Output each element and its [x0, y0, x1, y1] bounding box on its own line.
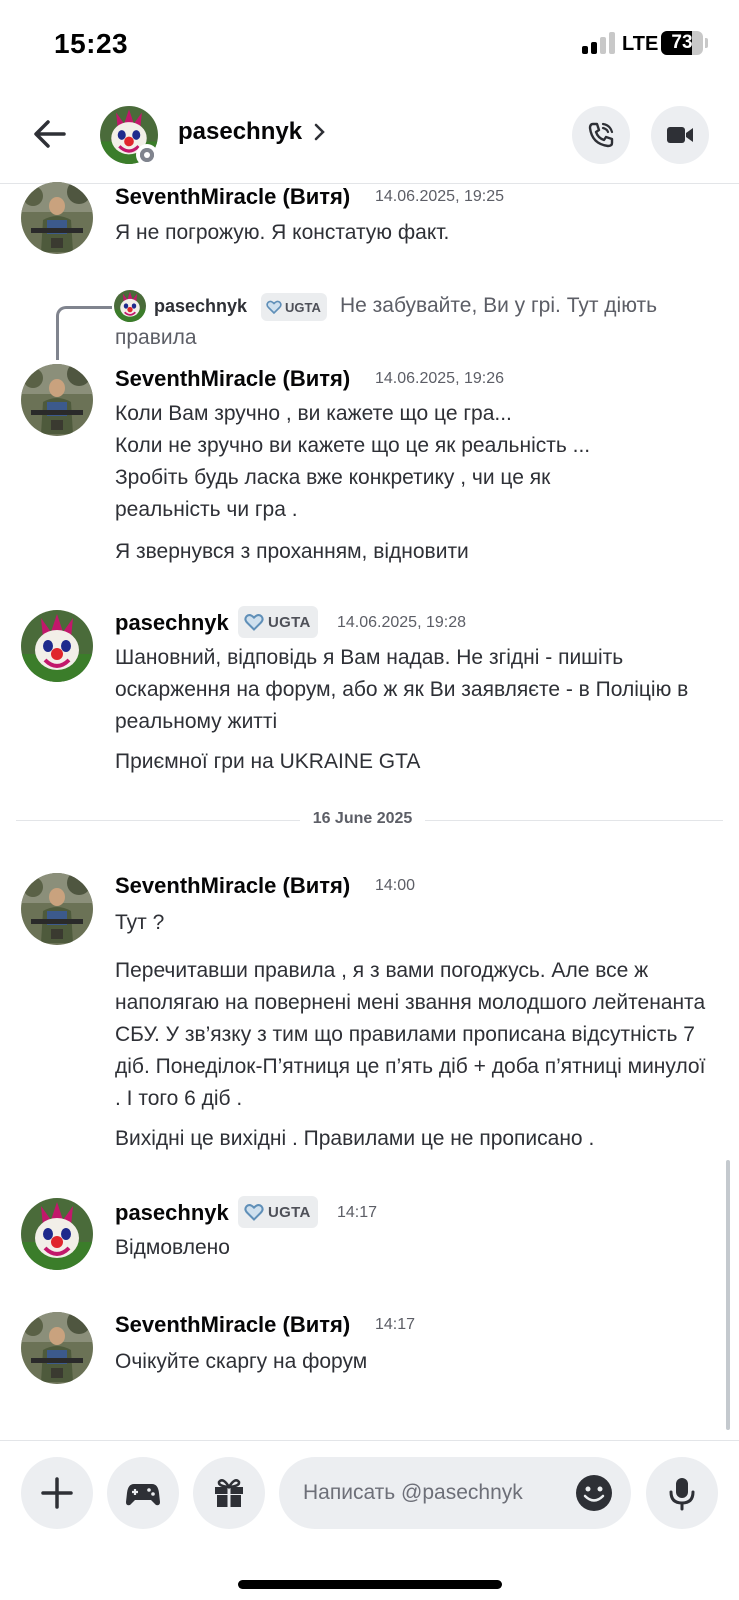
status-bar: 15:23 LTE 73	[0, 0, 739, 90]
message-author[interactable]: SeventhMiracle (Витя)	[115, 873, 350, 899]
message-author[interactable]: SeventhMiracle (Витя)	[115, 184, 350, 210]
message-author[interactable]: pasechnyk	[115, 1200, 229, 1226]
chat-header: pasechnyk	[0, 96, 739, 184]
message-composer	[0, 1440, 739, 1600]
badge-label: UGTA	[268, 1203, 311, 1221]
battery-level: 73	[671, 32, 693, 53]
gamepad-icon	[126, 1484, 160, 1506]
network-type: LTE	[622, 33, 659, 55]
role-badge[interactable]: UGTA	[238, 606, 318, 638]
emoji-icon[interactable]	[574, 1473, 614, 1513]
battery-icon: 73	[661, 31, 703, 55]
message-text: Я не погрожую. Я констатую факт.	[115, 221, 450, 244]
author-avatar[interactable]	[21, 364, 93, 436]
reply-author-name: pasechnyk	[154, 296, 248, 316]
phone-call-icon	[588, 122, 614, 148]
message-timestamp: 14.06.2025, 19:25	[375, 188, 505, 205]
message-line: Коли не зручно ви кажете що це як реальн…	[115, 434, 591, 457]
reply-role-badge: UGTA	[261, 293, 327, 321]
message-timestamp: 14:17	[337, 1204, 378, 1221]
offline-status-icon	[136, 144, 158, 166]
activities-button[interactable]	[107, 1457, 179, 1529]
author-avatar[interactable]	[21, 610, 93, 682]
voice-message-button[interactable]	[646, 1457, 718, 1529]
reply-connector	[56, 306, 112, 360]
back-button[interactable]	[30, 114, 70, 154]
gift-icon	[215, 1479, 243, 1507]
role-badge[interactable]: UGTA	[238, 1196, 318, 1228]
battery-nub	[705, 38, 708, 48]
message-text: Шановний, відповідь я Вам надав. Не згід…	[115, 646, 689, 733]
message-input-container[interactable]	[279, 1457, 631, 1529]
home-indicator[interactable]	[238, 1580, 502, 1589]
heart-icon	[266, 300, 282, 315]
message-line: Зробіть будь ласка вже конкретику , чи ц…	[115, 466, 551, 521]
author-avatar[interactable]	[21, 1198, 93, 1270]
message-text: Коли Вам зручно , ви кажете що це гра...…	[115, 398, 655, 526]
badge-label: UGTA	[285, 299, 321, 315]
video-call-button[interactable]	[651, 106, 709, 164]
message-timestamp: 14.06.2025, 19:26	[375, 370, 505, 387]
message-text: Відмовлено	[115, 1236, 230, 1259]
message-text: Вихідні це вихідні . Правилами це не про…	[115, 1127, 595, 1150]
gift-button[interactable]	[193, 1457, 265, 1529]
message-timestamp: 14:17	[375, 1316, 416, 1333]
message-text: Перечитавши правила , я з вами погоджусь…	[115, 959, 706, 1110]
voice-call-button[interactable]	[572, 106, 630, 164]
author-avatar[interactable]	[21, 1312, 93, 1384]
contact-name[interactable]: pasechnyk	[178, 118, 302, 146]
signal-icon	[582, 32, 616, 54]
microphone-icon	[669, 1478, 695, 1511]
message-author[interactable]: pasechnyk	[115, 610, 229, 636]
date-divider: 16 June 2025	[300, 810, 425, 828]
attach-button[interactable]	[21, 1457, 93, 1529]
message-timestamp: 14.06.2025, 19:28	[337, 614, 467, 631]
author-avatar[interactable]	[21, 873, 93, 945]
badge-label: UGTA	[268, 613, 311, 631]
message-line: Коли Вам зручно , ви кажете що це гра...	[115, 402, 512, 425]
heart-icon	[244, 1204, 264, 1221]
message-text: Я звернувся з проханням, відновити	[115, 540, 469, 563]
author-avatar[interactable]	[21, 182, 93, 254]
message-text: Тут ?	[115, 911, 165, 934]
message-text: Приємної гри на UKRAINE GTA	[115, 750, 421, 773]
message-input[interactable]	[303, 1477, 563, 1509]
chevron-right-icon[interactable]	[312, 118, 328, 146]
scrollbar[interactable]	[726, 1160, 730, 1430]
heart-icon	[244, 614, 264, 631]
plus-icon	[41, 1477, 73, 1509]
message-author[interactable]: SeventhMiracle (Витя)	[115, 1312, 350, 1338]
message-author[interactable]: SeventhMiracle (Витя)	[115, 366, 350, 392]
arrow-left-icon	[34, 120, 66, 148]
status-time: 15:23	[54, 28, 129, 59]
message-text: Очікуйте скаргу на форум	[115, 1350, 368, 1373]
message-timestamp: 14:00	[375, 877, 416, 894]
video-camera-icon	[667, 127, 693, 143]
